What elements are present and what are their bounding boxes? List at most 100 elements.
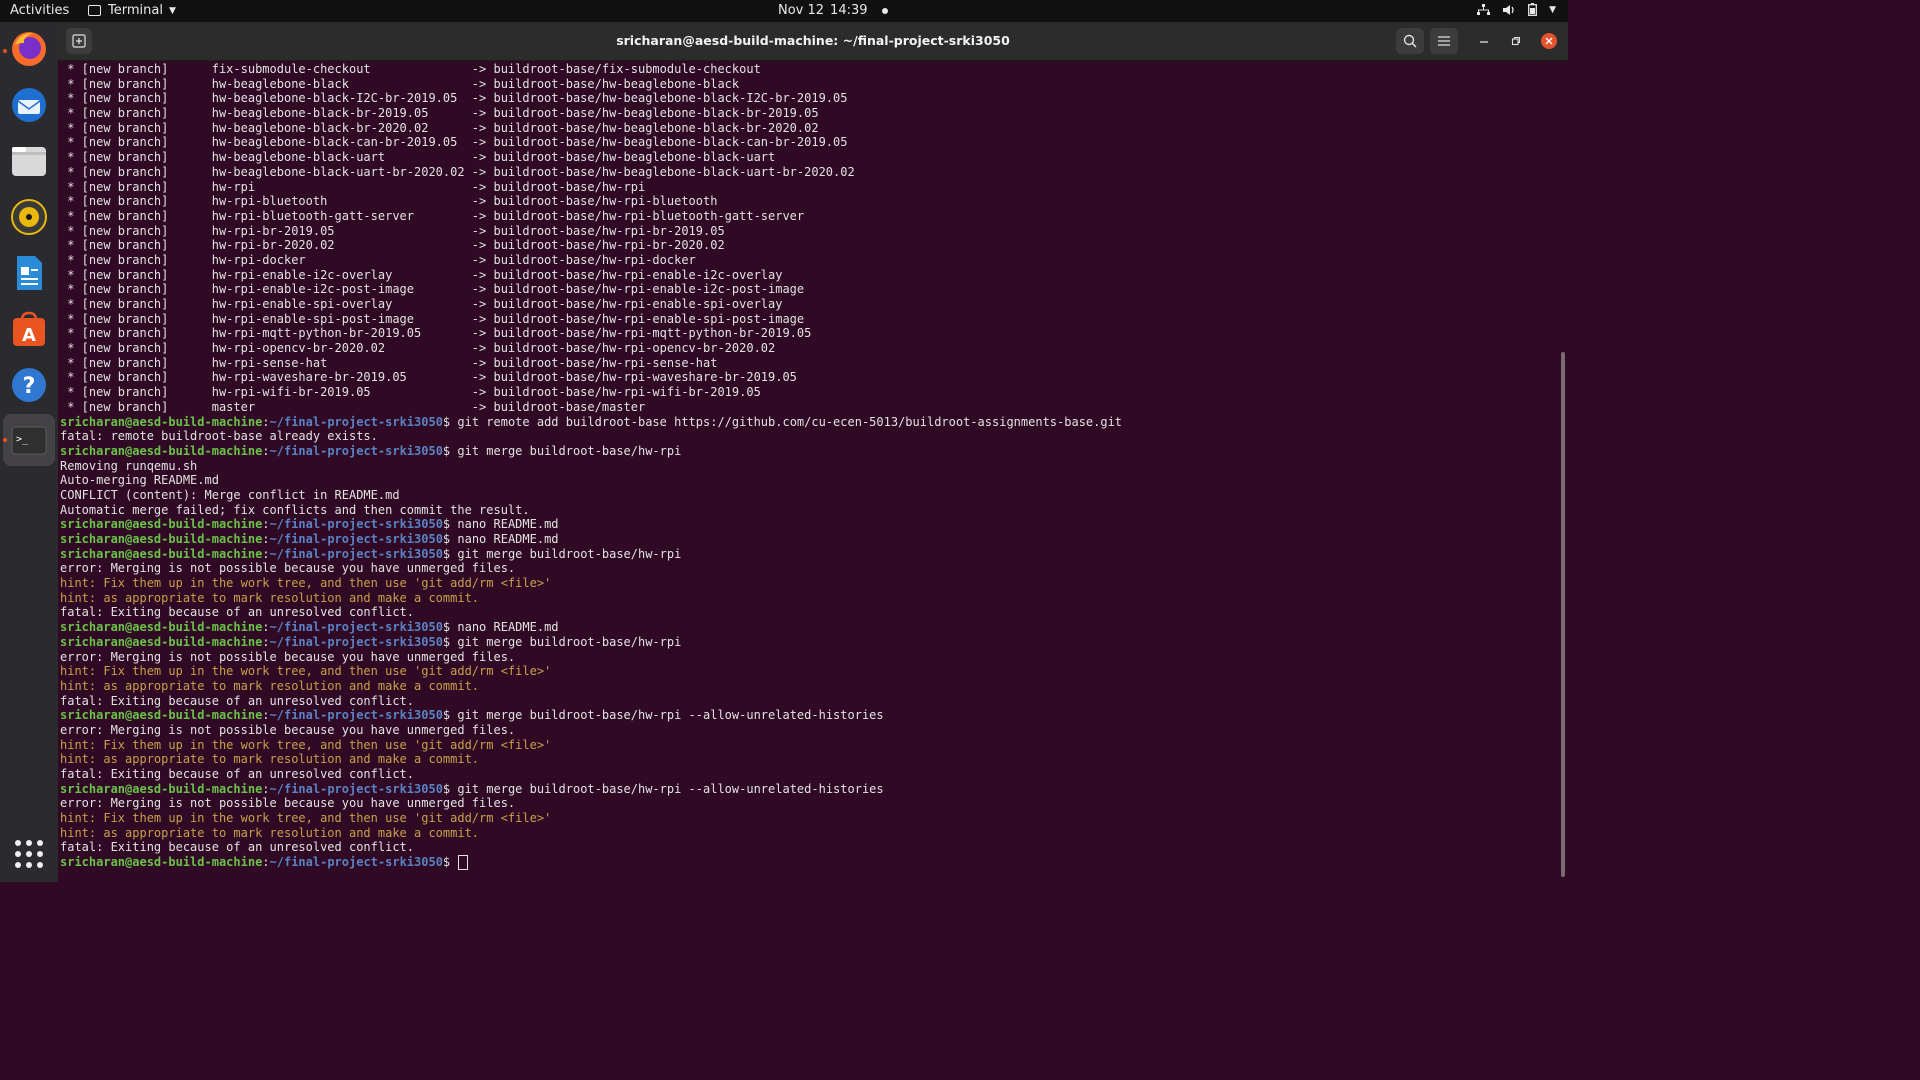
terminal-output-line: Automatic merge failed; fix conflicts an… <box>58 503 1558 518</box>
terminal-output-line: * [new branch] hw-rpi-opencv-br-2020.02 … <box>58 341 1558 356</box>
dock-help[interactable]: ? <box>9 365 49 405</box>
terminal-output-line: error: Merging is not possible because y… <box>58 723 1558 738</box>
terminal-output[interactable]: * [new branch] fix-submodule-checkout ->… <box>58 62 1558 882</box>
system-tray[interactable]: ▼ <box>1477 3 1556 16</box>
terminal-header-bar: sricharan@aesd-build-machine: ~/final-pr… <box>58 22 1568 61</box>
clock-date: Nov 12 <box>778 3 825 18</box>
output-text: * [new branch] hw-rpi-sense-hat -> build… <box>60 355 718 370</box>
terminal-output-line: * [new branch] hw-rpi-bluetooth-gatt-ser… <box>58 209 1558 224</box>
help-icon: ? <box>12 368 46 402</box>
terminal-output-line: CONFLICT (content): Merge conflict in RE… <box>58 488 1558 503</box>
close-button[interactable] <box>1541 33 1557 49</box>
command-text: $ <box>442 855 458 870</box>
restore-icon <box>1511 36 1521 46</box>
prompt-path: ~/final-project-srki3050 <box>269 708 443 723</box>
terminal-output-line: fatal: Exiting because of an unresolved … <box>58 605 1558 620</box>
terminal-output-line: * [new branch] hw-beaglebone-black-uart … <box>58 150 1558 165</box>
output-text: error: Merging is not possible because y… <box>60 722 516 737</box>
prompt-separator: : <box>262 517 270 532</box>
prompt-path: ~/final-project-srki3050 <box>269 532 443 546</box>
search-button[interactable] <box>1396 28 1424 54</box>
prompt-path: ~/final-project-srki3050 <box>269 620 443 635</box>
dock-terminal[interactable]: >_ <box>9 420 49 460</box>
terminal-output-line: * [new branch] hw-rpi-enable-spi-overlay… <box>58 297 1558 312</box>
prompt-user: sricharan@aesd-build-machine <box>60 414 263 429</box>
terminal-command-line: sricharan@aesd-build-machine:~/final-pro… <box>58 855 1558 871</box>
app-menu-label: Terminal <box>108 3 163 18</box>
app-menu[interactable]: Terminal ▼ <box>88 3 176 18</box>
close-icon <box>1545 37 1553 45</box>
output-text: * [new branch] hw-beaglebone-black-br-20… <box>60 106 819 121</box>
terminal-icon: >_ <box>11 426 47 455</box>
terminal-output-line: fatal: Exiting because of an unresolved … <box>58 840 1558 855</box>
prompt-separator: : <box>262 414 270 429</box>
hint-text: hint: as appropriate to mark resolution … <box>60 825 480 840</box>
prompt-user: sricharan@aesd-build-machine <box>60 517 263 532</box>
prompt-user: sricharan@aesd-build-machine <box>60 781 263 796</box>
output-text: * [new branch] hw-rpi-bluetooth -> build… <box>60 194 718 209</box>
output-text: * [new branch] hw-rpi-waveshare-br-2019.… <box>60 370 797 385</box>
minimize-button[interactable] <box>1475 32 1493 50</box>
output-text: * [new branch] hw-rpi-enable-i2c-post-im… <box>60 282 805 297</box>
terminal-output-line: * [new branch] hw-rpi-enable-i2c-post-im… <box>58 282 1558 297</box>
terminal-output-line: hint: Fix them up in the work tree, and … <box>58 738 1558 753</box>
command-text: $ git merge buildroot-base/hw-rpi --allo… <box>442 708 884 723</box>
prompt-separator: : <box>262 855 270 870</box>
prompt-user: sricharan@aesd-build-machine <box>60 443 263 458</box>
prompt-path: ~/final-project-srki3050 <box>269 855 443 870</box>
output-text: * [new branch] hw-rpi-br-2020.02 -> buil… <box>60 238 725 253</box>
menu-button[interactable] <box>1430 28 1458 54</box>
command-text: $ git merge buildroot-base/hw-rpi <box>442 634 682 649</box>
output-text: fatal: Exiting because of an unresolved … <box>60 693 415 708</box>
chevron-down-icon: ▼ <box>168 5 176 16</box>
clock-time: 14:39 <box>830 3 868 18</box>
output-text: * [new branch] hw-beaglebone-black-uart … <box>60 150 776 165</box>
terminal-output-line: fatal: Exiting because of an unresolved … <box>58 694 1558 709</box>
terminal-output-line: error: Merging is not possible because y… <box>58 561 1558 576</box>
output-text: fatal: Exiting because of an unresolved … <box>60 840 415 855</box>
terminal-output-line: * [new branch] hw-rpi-waveshare-br-2019.… <box>58 370 1558 385</box>
terminal-output-line: fatal: remote buildroot-base already exi… <box>58 429 1558 444</box>
output-text: * [new branch] hw-beaglebone-black-I2C-b… <box>60 91 848 106</box>
command-text: $ git merge buildroot-base/hw-rpi <box>442 443 682 458</box>
output-text: CONFLICT (content): Merge conflict in RE… <box>60 487 400 502</box>
terminal-output-line: error: Merging is not possible because y… <box>58 650 1558 665</box>
terminal-output-line: * [new branch] hw-rpi-enable-spi-post-im… <box>58 312 1558 327</box>
prompt-separator: : <box>262 532 270 546</box>
output-text: Removing runqemu.sh <box>60 458 198 473</box>
terminal-output-line: * [new branch] fix-submodule-checkout ->… <box>58 62 1558 77</box>
dock-files[interactable] <box>9 141 49 181</box>
command-text: $ git remote add buildroot-base https://… <box>442 414 1123 429</box>
terminal-output-line: * [new branch] hw-rpi-br-2020.02 -> buil… <box>58 238 1558 253</box>
terminal-output-line: * [new branch] hw-beaglebone-black-I2C-b… <box>58 91 1558 106</box>
command-text: $ git merge buildroot-base/hw-rpi --allo… <box>442 781 884 796</box>
activities-button[interactable]: Activities <box>10 3 69 18</box>
prompt-separator: : <box>262 634 270 649</box>
terminal-output-line: * [new branch] hw-rpi -> buildroot-base/… <box>58 180 1558 195</box>
terminal-cursor <box>458 855 469 871</box>
dock-thunderbird[interactable] <box>9 85 49 125</box>
command-text: $ nano README.md <box>442 517 559 532</box>
svg-text:A: A <box>22 325 36 346</box>
dock-firefox[interactable] <box>9 29 49 69</box>
terminal-output-line: hint: as appropriate to mark resolution … <box>58 752 1558 767</box>
dock-rhythmbox[interactable] <box>9 197 49 237</box>
restore-button[interactable] <box>1507 32 1525 50</box>
terminal-output-line: hint: Fix them up in the work tree, and … <box>58 576 1558 591</box>
show-applications-icon[interactable] <box>15 840 43 868</box>
terminal-command-line: sricharan@aesd-build-machine:~/final-pro… <box>58 517 1558 532</box>
battery-icon <box>1528 3 1538 16</box>
hint-text: hint: Fix them up in the work tree, and … <box>60 811 552 826</box>
terminal-output-line: hint: as appropriate to mark resolution … <box>58 826 1558 841</box>
dock-software[interactable]: A <box>9 309 49 349</box>
scrollbar[interactable] <box>1561 352 1565 877</box>
clock[interactable]: Nov 12 14:39 <box>778 3 888 18</box>
output-text: * [new branch] hw-rpi-docker -> buildroo… <box>60 252 696 267</box>
terminal-command-line: sricharan@aesd-build-machine:~/final-pro… <box>58 708 1558 723</box>
hint-text: hint: as appropriate to mark resolution … <box>60 678 480 693</box>
hint-text: hint: as appropriate to mark resolution … <box>60 590 480 605</box>
volume-icon <box>1503 4 1514 15</box>
terminal-output-line: * [new branch] hw-beaglebone-black -> bu… <box>58 77 1558 92</box>
dock-writer[interactable] <box>9 253 49 293</box>
output-text: error: Merging is not possible because y… <box>60 649 516 664</box>
